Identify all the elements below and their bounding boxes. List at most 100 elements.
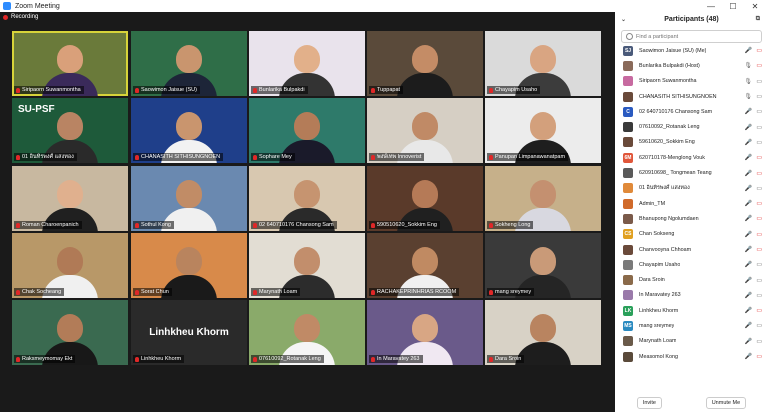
participant-row[interactable]: Dara Sroin 🎤 ▭	[615, 272, 768, 287]
tile-name: Siripaorn Suwanmontha	[22, 87, 81, 93]
mic-muted-icon: 🎤	[744, 308, 752, 315]
video-tile[interactable]: In Maravatey 263	[367, 300, 483, 365]
participant-row[interactable]: Chanvooyna Chhoam 🎤 ▭	[615, 242, 768, 257]
invite-button[interactable]: Invite	[636, 397, 662, 409]
minimize-button[interactable]: —	[700, 0, 722, 12]
participant-name-label: Sokheng Long	[487, 221, 534, 229]
video-tile[interactable]: Chak Socheang	[12, 233, 128, 298]
participant-row[interactable]: LK Linhkheu Khorm 🎤 ▭	[615, 303, 768, 318]
video-off-icon: ▭	[756, 216, 762, 223]
participant-name: Bunlarika Bulpakdi (Host)	[639, 62, 700, 69]
chevron-down-icon[interactable]: ⌄	[621, 16, 626, 23]
person-head	[294, 112, 320, 140]
tile-name: 590510620_Sokkim Eng	[377, 222, 437, 228]
participant-row[interactable]: CS Chan Sokseng 🎤 ▭	[615, 227, 768, 242]
video-tile[interactable]: Chayapim Usaho	[485, 31, 601, 96]
mic-on-icon: 🎙	[744, 63, 752, 70]
video-tile[interactable]: Sorat Chun	[131, 233, 247, 298]
maximize-button[interactable]: ☐	[722, 0, 744, 12]
video-tile[interactable]: Bunlarika Bulpakdi	[249, 31, 365, 96]
video-tile[interactable]: Saowimon Jaisue (SU)	[131, 31, 247, 96]
video-tile[interactable]: RACHAKEPRINHRIAS RCOOM	[367, 233, 483, 298]
muted-mic-icon	[371, 356, 375, 362]
recording-label: Recording	[11, 14, 39, 20]
participant-row[interactable]: 620910698_ Tongmean Teang 🎤 ▭	[615, 165, 768, 180]
video-tile[interactable]: mang sreymey	[485, 233, 601, 298]
record-dot-icon	[3, 14, 8, 20]
muted-mic-icon	[135, 154, 139, 160]
participant-row[interactable]: In Maravatey 263 🎤 ▭	[615, 288, 768, 303]
avatar	[623, 275, 633, 286]
participant-name-label: RACHAKEPRINHRIAS RCOOM	[369, 288, 460, 296]
mic-muted-icon: 🎤	[744, 277, 752, 284]
person-head	[294, 180, 320, 208]
participant-row[interactable]: 07610092_Rotanak Leng 🎤 ▭	[615, 119, 768, 134]
participant-row[interactable]: Chayapim Usaho 🎤 ▭	[615, 257, 768, 272]
video-tile[interactable]: Sokheng Long	[485, 166, 601, 231]
video-tile[interactable]: Tuppapat	[367, 31, 483, 96]
participant-row[interactable]: C 02 640710176 Chansong Sam 🎤 ▭	[615, 104, 768, 119]
mic-muted-icon: 🎤	[744, 231, 752, 238]
tile-name: In Maravatey 263	[377, 356, 420, 362]
video-tile[interactable]: 590510620_Sokkim Eng	[367, 166, 483, 231]
muted-mic-icon	[135, 289, 139, 295]
mic-muted-icon: 🎤	[744, 201, 752, 208]
participant-name-label: Sorat Chun	[133, 288, 172, 296]
avatar: SJ	[623, 45, 633, 56]
unmute-me-button[interactable]: Unmute Me	[705, 397, 747, 409]
mic-muted-icon: 🎤	[744, 139, 752, 146]
participant-row[interactable]: Bunlarika Bulpakdi (Host) 🎙 ▭	[615, 58, 768, 73]
muted-mic-icon	[253, 222, 257, 228]
video-tile[interactable]: Marynath Loam	[249, 233, 365, 298]
close-button[interactable]: ✕	[744, 0, 766, 12]
person-head	[412, 45, 438, 73]
participant-row[interactable]: Admin_TM 🎤 ▭	[615, 196, 768, 211]
popout-icon[interactable]: ⧉	[756, 16, 760, 23]
participant-row[interactable]: MS mang sreymey 🎤 ▭	[615, 318, 768, 333]
person-head	[57, 180, 83, 208]
video-tile[interactable]: Siripaorn Suwanmontha	[12, 31, 128, 96]
video-tile[interactable]: พงษ์เทพ Innoverist	[367, 98, 483, 163]
participant-row[interactable]: 01 อินทิรพงศ์ แสงทอง 🎤 ▭	[615, 181, 768, 196]
participant-row[interactable]: Siripaorn Suwanmontha 🎙 ▭	[615, 74, 768, 89]
participant-row[interactable]: 6M 620710178-Menglong Vouk 🎤 ▭	[615, 150, 768, 165]
participant-search[interactable]	[621, 30, 762, 43]
video-tile[interactable]: Sophare Mey	[249, 98, 365, 163]
video-tile[interactable]: 07610092_Rotanak Leng	[249, 300, 365, 365]
muted-mic-icon	[371, 289, 375, 295]
participant-name: 07610092_Rotanak Leng	[639, 124, 700, 131]
video-on-icon: ▭	[756, 277, 762, 284]
video-tile[interactable]: Dara Sroin	[485, 300, 601, 365]
person-head	[530, 45, 556, 73]
participant-row[interactable]: SJ Saowimon Jaisue (SU) (Me) 🎤 ▭	[615, 43, 768, 58]
video-tile[interactable]: SU-PSF 01 อินทิรพงศ์ แสงทอง	[12, 98, 128, 163]
mic-muted-icon: 🎤	[744, 216, 752, 223]
participant-name: Chan Sokseng	[639, 231, 675, 238]
participant-row[interactable]: 59610620_Sokkim Eng 🎤 ▭	[615, 135, 768, 150]
video-on-icon: ▭	[756, 109, 762, 116]
video-tile[interactable]: Panupan Limpanawanatpam	[485, 98, 601, 163]
tile-name: 07610092_Rotanak Leng	[259, 356, 321, 362]
video-on-icon: ▭	[756, 139, 762, 146]
participant-name: 02 640710176 Chansong Sam	[639, 108, 713, 115]
video-tile[interactable]: 02 640710176 Chansong Sam	[249, 166, 365, 231]
participant-name-label: Sothul Kong	[133, 221, 174, 229]
participant-row[interactable]: Marynath Loam 🎤 ▭	[615, 334, 768, 349]
avatar	[623, 76, 633, 87]
title-bar: Zoom Meeting — ☐ ✕	[0, 0, 768, 12]
video-tile[interactable]: CHANASITH SITHISUNGNOEN	[131, 98, 247, 163]
video-tile[interactable]: Sothul Kong	[131, 166, 247, 231]
muted-mic-icon	[489, 289, 493, 295]
avatar	[623, 91, 633, 102]
avatar	[623, 183, 633, 194]
video-off-icon: ▭	[756, 231, 762, 238]
participant-row[interactable]: CHANASITH SITHISUNGNOEN 🎙 ▭	[615, 89, 768, 104]
video-tile[interactable]: Linhkheu Khorm Linhkheu Khorm	[131, 300, 247, 365]
video-tile[interactable]: Roman Charoenpanich	[12, 166, 128, 231]
participant-row[interactable]: Measomol Kong 🎤 ▭	[615, 349, 768, 364]
tile-name: พงษ์เทพ Innoverist	[377, 154, 422, 160]
video-tile[interactable]: Raksmeymomay Ekt	[12, 300, 128, 365]
participant-row[interactable]: Bhanupong Ngolumdaen 🎤 ▭	[615, 211, 768, 226]
search-input[interactable]	[636, 33, 756, 40]
avatar	[623, 336, 633, 347]
